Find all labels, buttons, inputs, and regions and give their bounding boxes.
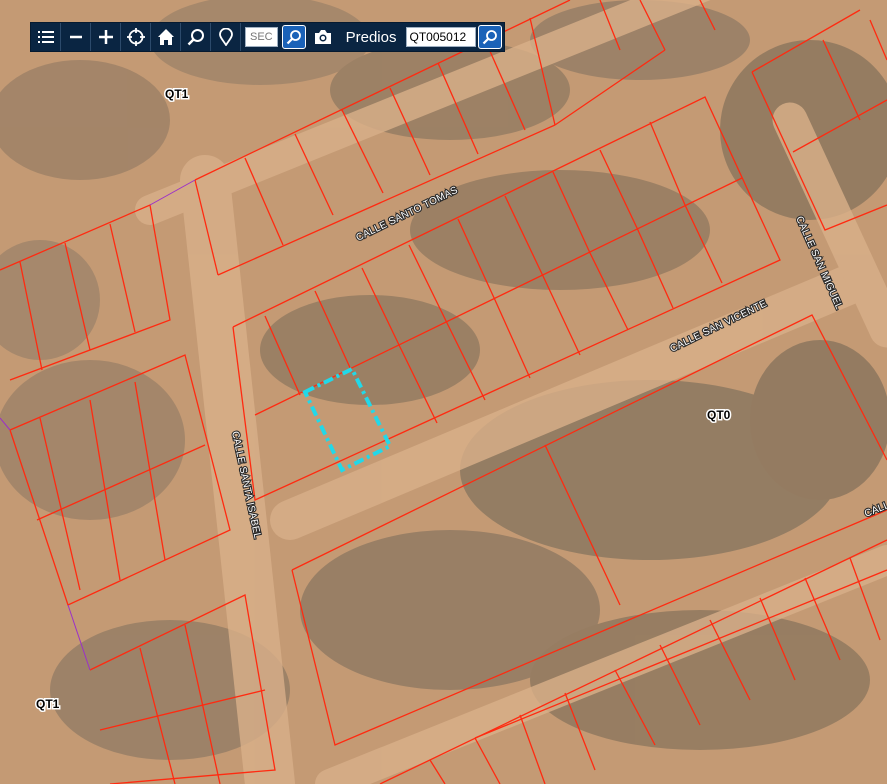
zoom-in-icon bbox=[98, 30, 113, 44]
pin-button[interactable] bbox=[211, 23, 241, 51]
pin-icon bbox=[218, 28, 233, 46]
search-icon bbox=[483, 30, 498, 45]
map-canvas[interactable]: CALLE SANTO TOMAS CALLE SAN VICENTE CALL… bbox=[0, 0, 887, 784]
sec-input[interactable]: SEC bbox=[245, 27, 278, 47]
menu-icon bbox=[37, 31, 54, 43]
predios-label: Predios bbox=[345, 28, 397, 46]
map-toolbar: SEC Predios bbox=[30, 22, 506, 52]
menu-button[interactable] bbox=[31, 23, 61, 51]
zoom-out-button[interactable] bbox=[61, 23, 91, 51]
home-icon bbox=[157, 29, 174, 45]
zone-label-center: QT0 bbox=[707, 408, 731, 422]
predio-search-button[interactable] bbox=[478, 25, 503, 49]
camera-button[interactable] bbox=[308, 23, 338, 51]
sec-search-button[interactable] bbox=[281, 25, 306, 49]
zone-label-top: QT1 bbox=[165, 87, 189, 101]
search-button[interactable] bbox=[181, 23, 211, 51]
locate-button[interactable] bbox=[121, 23, 151, 51]
predio-search-input[interactable] bbox=[406, 27, 477, 47]
camera-icon bbox=[314, 30, 331, 44]
locate-icon bbox=[126, 28, 145, 46]
zoom-in-button[interactable] bbox=[91, 23, 121, 51]
zone-label-bottom: QT1 bbox=[36, 697, 60, 711]
search-icon bbox=[286, 30, 301, 45]
search-icon bbox=[187, 29, 204, 46]
home-button[interactable] bbox=[151, 23, 181, 51]
zoom-out-icon bbox=[69, 35, 82, 39]
